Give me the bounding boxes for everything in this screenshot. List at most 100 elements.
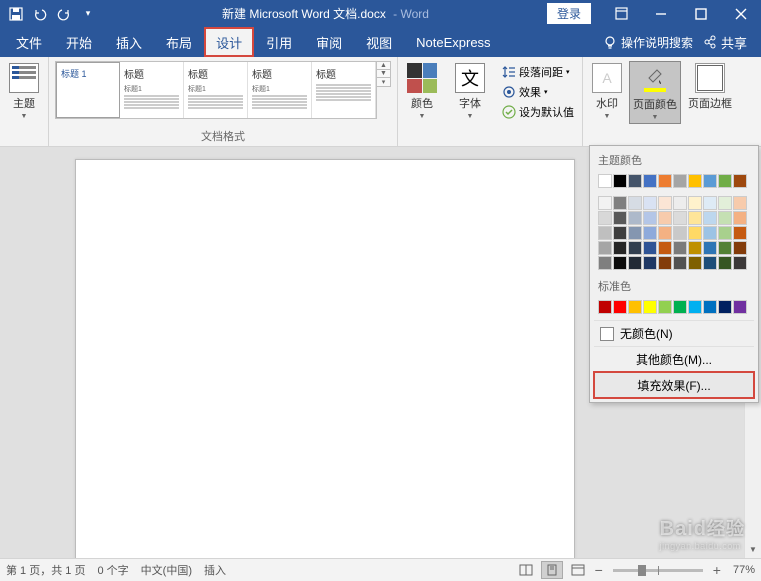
watermark-button[interactable]: A 水印 ▼ (589, 61, 625, 124)
fonts-button[interactable]: 文 字体 ▼ (452, 61, 488, 122)
zoom-value[interactable]: 77% (733, 564, 755, 576)
no-color-item[interactable]: 无颜色(N) (594, 320, 754, 346)
color-swatch[interactable] (703, 241, 717, 255)
color-swatch[interactable] (643, 241, 657, 255)
tab-references[interactable]: 引用 (254, 27, 304, 57)
color-swatch[interactable] (673, 174, 687, 188)
page-color-button[interactable]: 页面颜色 ▼ (629, 61, 681, 124)
gallery-more-button[interactable]: ▾ (377, 78, 390, 86)
color-swatch[interactable] (703, 211, 717, 225)
color-swatch[interactable] (643, 256, 657, 270)
tab-review[interactable]: 审阅 (304, 27, 354, 57)
gallery-down-button[interactable]: ▼ (377, 70, 390, 78)
color-swatch[interactable] (703, 256, 717, 270)
color-swatch[interactable] (673, 226, 687, 240)
web-layout-button[interactable] (567, 561, 589, 579)
color-swatch[interactable] (658, 256, 672, 270)
style-thumb-1[interactable]: 标题 1 (56, 62, 120, 118)
color-swatch[interactable] (718, 196, 732, 210)
set-default-button[interactable]: 设为默认值 (500, 103, 576, 121)
color-swatch[interactable] (733, 174, 747, 188)
color-swatch[interactable] (658, 226, 672, 240)
color-swatch[interactable] (658, 211, 672, 225)
color-swatch[interactable] (703, 174, 717, 188)
color-swatch[interactable] (658, 196, 672, 210)
color-swatch[interactable] (658, 241, 672, 255)
color-swatch[interactable] (718, 256, 732, 270)
status-words[interactable]: 0 个字 (97, 562, 128, 578)
tab-noteexpress[interactable]: NoteExpress (404, 27, 502, 57)
minimize-button[interactable] (641, 0, 681, 27)
tab-home[interactable]: 开始 (54, 27, 104, 57)
color-swatch[interactable] (628, 174, 642, 188)
color-swatch[interactable] (733, 211, 747, 225)
color-swatch[interactable] (688, 196, 702, 210)
share-button[interactable]: 共享 (703, 33, 747, 52)
color-swatch[interactable] (733, 196, 747, 210)
color-swatch[interactable] (658, 174, 672, 188)
fill-effects-item[interactable]: 填充效果(F)... (594, 372, 754, 398)
color-swatch[interactable] (628, 226, 642, 240)
color-swatch[interactable] (613, 241, 627, 255)
color-swatch[interactable] (643, 226, 657, 240)
color-swatch[interactable] (643, 174, 657, 188)
color-swatch[interactable] (718, 174, 732, 188)
zoom-slider[interactable] (613, 569, 703, 572)
tab-insert[interactable]: 插入 (104, 27, 154, 57)
tell-me-search[interactable]: 操作说明搜索 (603, 34, 693, 51)
scroll-down-button[interactable]: ▼ (745, 541, 761, 558)
tab-layout[interactable]: 布局 (154, 27, 204, 57)
color-swatch[interactable] (733, 226, 747, 240)
gallery-up-button[interactable]: ▲ (377, 62, 390, 70)
read-mode-button[interactable] (515, 561, 537, 579)
more-colors-item[interactable]: 其他颜色(M)... (594, 346, 754, 372)
color-swatch[interactable] (643, 300, 657, 314)
color-swatch[interactable] (613, 300, 627, 314)
tab-file[interactable]: 文件 (4, 27, 54, 57)
style-thumb-3[interactable]: 标题 标题1 (184, 62, 248, 118)
status-language[interactable]: 中文(中国) (141, 562, 192, 578)
maximize-button[interactable] (681, 0, 721, 27)
color-swatch[interactable] (628, 211, 642, 225)
color-swatch[interactable] (688, 174, 702, 188)
zoom-out-button[interactable]: − (593, 562, 605, 578)
style-thumb-5[interactable]: 标题 (312, 62, 376, 118)
color-swatch[interactable] (733, 241, 747, 255)
ribbon-display-button[interactable] (601, 0, 641, 27)
color-swatch[interactable] (733, 256, 747, 270)
qat-customize-button[interactable]: ▾ (76, 2, 100, 26)
document-page[interactable] (75, 159, 575, 558)
style-thumb-4[interactable]: 标题 标题1 (248, 62, 312, 118)
color-swatch[interactable] (613, 211, 627, 225)
color-swatch[interactable] (673, 211, 687, 225)
style-thumb-2[interactable]: 标题 标题1 (120, 62, 184, 118)
color-swatch[interactable] (613, 196, 627, 210)
themes-button[interactable]: 主题 ▼ (6, 61, 42, 122)
color-swatch[interactable] (598, 211, 612, 225)
color-swatch[interactable] (718, 226, 732, 240)
color-swatch[interactable] (628, 300, 642, 314)
color-swatch[interactable] (673, 300, 687, 314)
color-swatch[interactable] (598, 174, 612, 188)
color-swatch[interactable] (703, 196, 717, 210)
color-swatch[interactable] (628, 196, 642, 210)
color-swatch[interactable] (613, 174, 627, 188)
color-swatch[interactable] (598, 256, 612, 270)
color-swatch[interactable] (688, 226, 702, 240)
close-button[interactable] (721, 0, 761, 27)
colors-button[interactable]: 颜色 ▼ (404, 61, 440, 122)
color-swatch[interactable] (598, 226, 612, 240)
color-swatch[interactable] (673, 256, 687, 270)
effects-button[interactable]: 效果▾ (500, 83, 576, 101)
color-swatch[interactable] (643, 211, 657, 225)
color-swatch[interactable] (733, 300, 747, 314)
save-button[interactable] (4, 2, 28, 26)
paragraph-spacing-button[interactable]: 段落间距▾ (500, 63, 576, 81)
color-swatch[interactable] (598, 241, 612, 255)
redo-button[interactable] (52, 2, 76, 26)
tab-design[interactable]: 设计 (204, 27, 254, 57)
color-swatch[interactable] (643, 196, 657, 210)
color-swatch[interactable] (718, 211, 732, 225)
color-swatch[interactable] (628, 241, 642, 255)
color-swatch[interactable] (598, 196, 612, 210)
